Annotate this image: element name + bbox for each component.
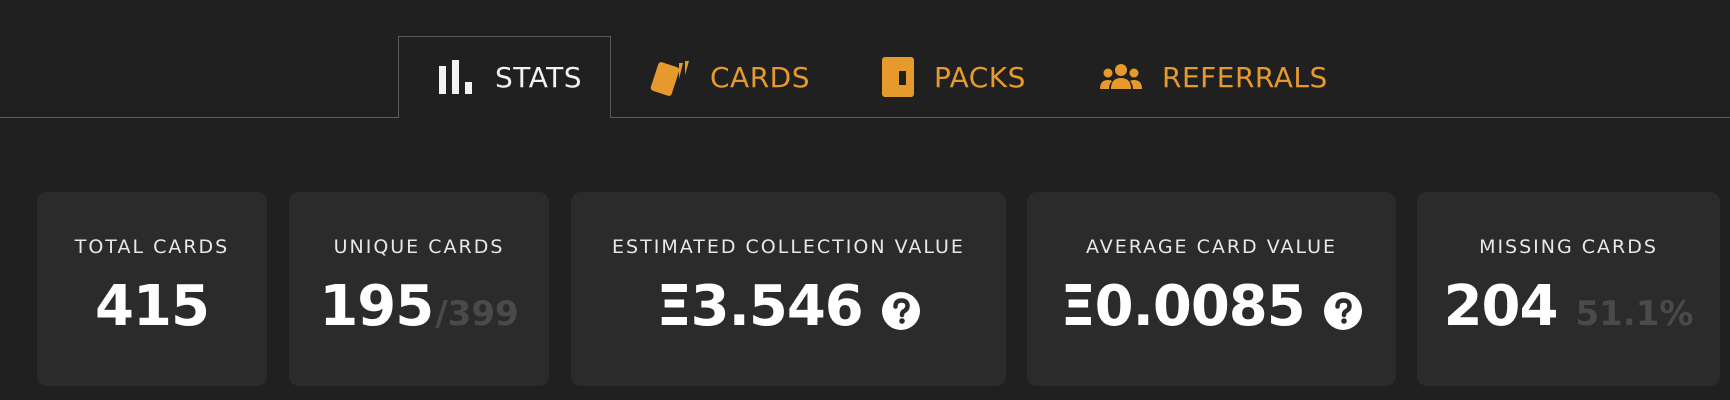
question-circle-icon[interactable] bbox=[881, 291, 921, 331]
tab-referrals-label: REFERRALS bbox=[1162, 60, 1328, 94]
stat-value: 195 bbox=[319, 274, 434, 339]
people-icon bbox=[1098, 61, 1144, 93]
stat-label: MISSING CARDS bbox=[1479, 236, 1658, 258]
tab-cards-label: CARDS bbox=[710, 60, 810, 94]
tabs-divider bbox=[0, 117, 1730, 118]
tab-packs-label: PACKS bbox=[934, 60, 1026, 94]
stat-label: AVERAGE CARD VALUE bbox=[1085, 236, 1338, 258]
cards-icon bbox=[648, 57, 692, 97]
average-value-card: AVERAGE CARD VALUE Ξ0.0085 bbox=[1027, 192, 1396, 386]
unique-cards-card: UNIQUE CARDS 195 /399 bbox=[289, 192, 549, 386]
tab-stats[interactable]: STATS bbox=[398, 36, 611, 118]
stat-value: 415 bbox=[95, 274, 210, 339]
pack-icon bbox=[880, 57, 916, 97]
stat-value: Ξ3.546 bbox=[656, 274, 864, 339]
stat-label: ESTIMATED COLLECTION VALUE bbox=[612, 236, 965, 258]
tab-referrals[interactable]: REFERRALS bbox=[1098, 36, 1328, 118]
total-cards-card: TOTAL CARDS 415 bbox=[37, 192, 267, 386]
bar-chart-icon bbox=[437, 58, 477, 98]
tab-stats-label: STATS bbox=[495, 61, 583, 94]
question-circle-icon[interactable] bbox=[1323, 291, 1363, 331]
tab-packs[interactable]: PACKS bbox=[880, 36, 1026, 118]
stat-percentage: 51.1% bbox=[1575, 294, 1694, 334]
tab-cards[interactable]: CARDS bbox=[648, 36, 810, 118]
stats-page: STATS CARDS PACKS REFERRALS TOTAL CARDS … bbox=[0, 0, 1730, 400]
stat-total-fraction: /399 bbox=[435, 294, 519, 334]
stat-value: 204 bbox=[1443, 274, 1559, 339]
stat-value: Ξ0.0085 bbox=[1060, 274, 1305, 339]
stat-label: UNIQUE CARDS bbox=[333, 236, 505, 258]
collection-value-card: ESTIMATED COLLECTION VALUE Ξ3.546 bbox=[571, 192, 1006, 386]
missing-cards-card: MISSING CARDS 204 51.1% bbox=[1417, 192, 1720, 386]
stat-label: TOTAL CARDS bbox=[74, 236, 230, 258]
